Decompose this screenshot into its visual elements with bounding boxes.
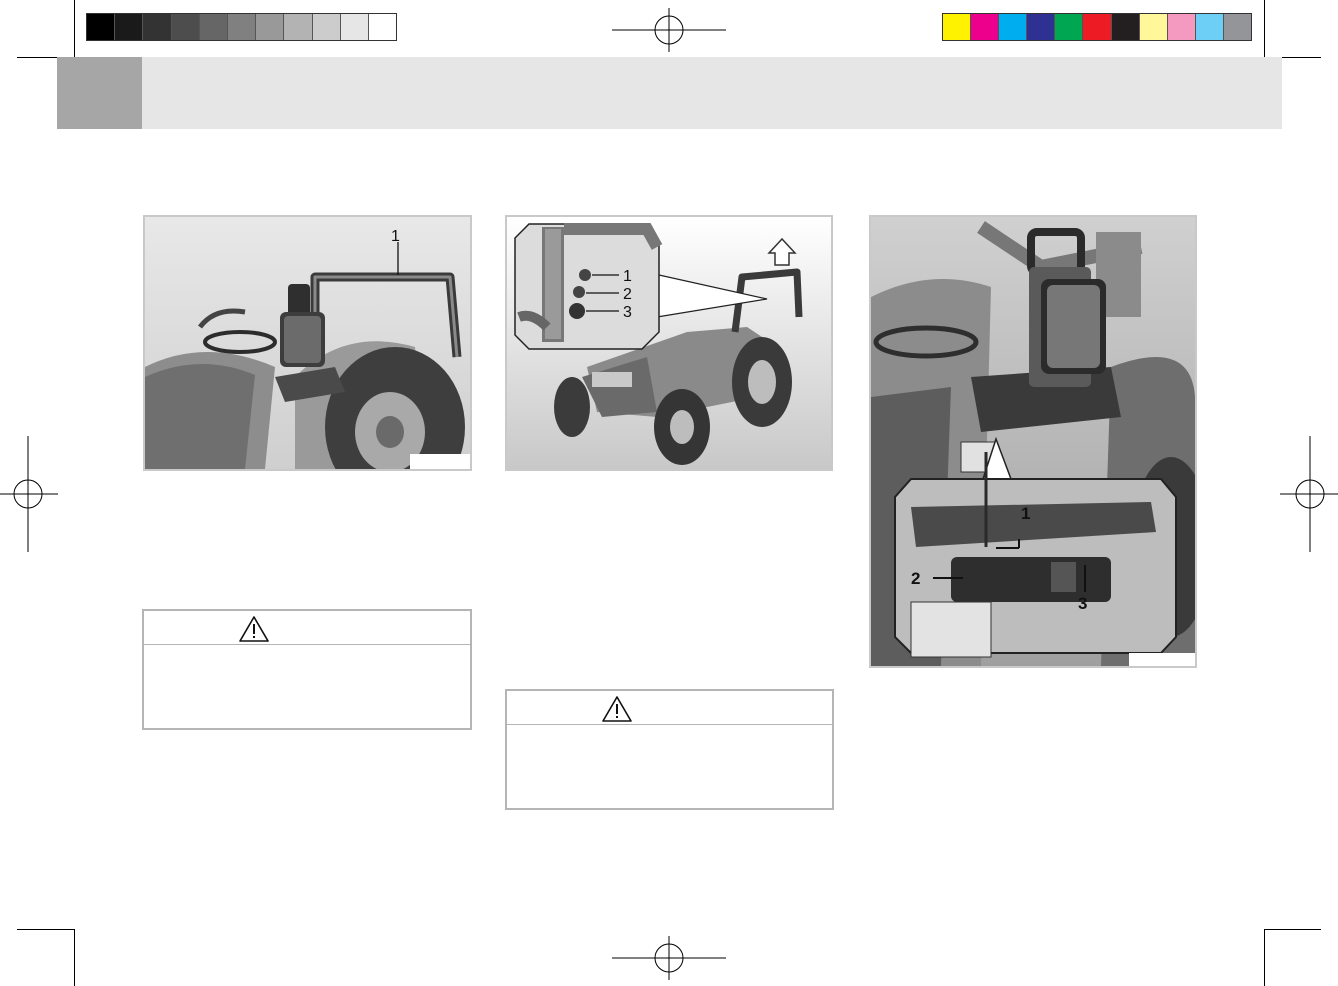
color-swatch xyxy=(1222,14,1252,40)
callout-label: 3 xyxy=(623,304,632,321)
color-swatch xyxy=(1082,14,1111,40)
color-swatch xyxy=(1054,14,1083,40)
tractor-pins-illustration: 1 2 3 xyxy=(507,217,831,469)
color-swatch xyxy=(255,14,284,40)
figure-seat-adjustment: 1 2 3 xyxy=(869,215,1197,668)
color-swatch xyxy=(198,14,227,40)
color-swatch xyxy=(170,14,199,40)
warning-header xyxy=(144,611,470,645)
warning-body xyxy=(507,725,832,741)
grayscale-color-bar xyxy=(86,13,397,41)
warning-box xyxy=(505,689,834,810)
callout-label: 1 xyxy=(391,228,400,245)
color-swatch xyxy=(114,14,143,40)
color-swatch xyxy=(1166,14,1195,40)
callout-label: 3 xyxy=(1078,594,1087,613)
color-swatch xyxy=(1026,14,1055,40)
color-swatch xyxy=(1110,14,1139,40)
color-swatch xyxy=(226,14,256,40)
process-color-bar xyxy=(942,13,1252,41)
callout-label: 2 xyxy=(911,569,920,588)
registration-target-icon xyxy=(612,8,726,52)
color-swatch xyxy=(339,14,368,40)
figure-rops-pins: 1 2 3 xyxy=(505,215,833,471)
figure-rops-bar: 1 xyxy=(143,215,472,471)
color-swatch xyxy=(283,14,312,40)
tractor-rops-illustration: 1 xyxy=(145,217,470,469)
color-swatch xyxy=(142,14,171,40)
color-swatch xyxy=(970,14,999,40)
chapter-tab xyxy=(57,57,142,129)
color-swatch xyxy=(943,14,971,40)
warning-header xyxy=(507,691,832,725)
color-swatch xyxy=(1138,14,1167,40)
callout-label: 1 xyxy=(1021,504,1030,523)
warning-triangle-icon xyxy=(602,696,632,722)
color-swatch xyxy=(367,14,397,40)
callout-label: 1 xyxy=(623,268,632,285)
registration-target-icon xyxy=(612,936,726,980)
seat-adjustment-illustration: 1 2 3 xyxy=(871,217,1195,666)
warning-body xyxy=(144,645,470,661)
color-swatch xyxy=(998,14,1027,40)
registration-target-icon xyxy=(1280,436,1338,552)
color-swatch xyxy=(311,14,340,40)
warning-box xyxy=(142,609,472,730)
warning-triangle-icon xyxy=(239,616,269,642)
registration-target-icon xyxy=(0,436,58,552)
header-band xyxy=(57,57,1282,129)
color-swatch xyxy=(1194,14,1223,40)
color-swatch xyxy=(87,14,115,40)
callout-label: 2 xyxy=(623,286,632,303)
